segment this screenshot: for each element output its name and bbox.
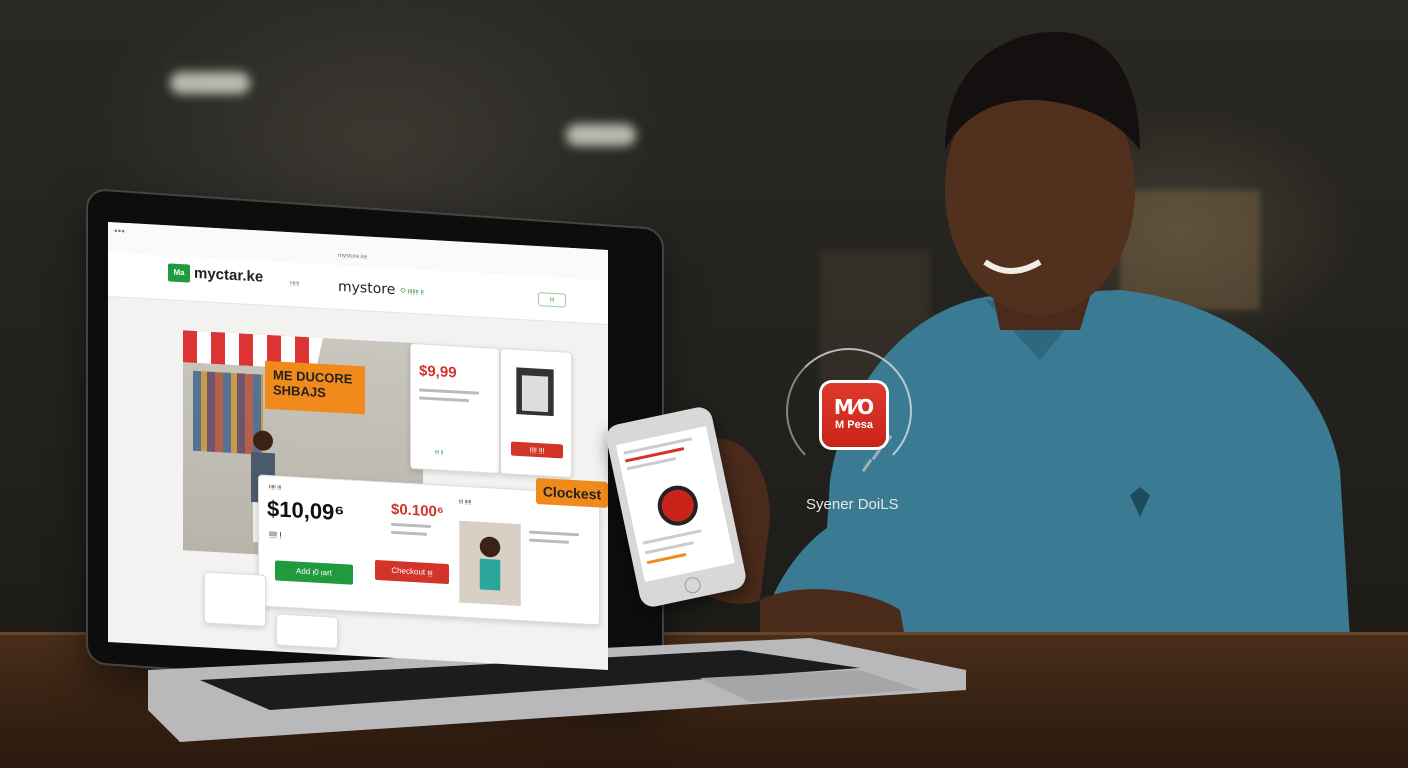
checkout-orange-button[interactable]: Clockest bbox=[536, 477, 608, 508]
total-price: $10,09⁶ bbox=[267, 495, 345, 526]
laptop-screen: ●●● mystore.ke Ma myctar.ke ᴉᴉᴉᴉᴉᴉᴉ myst… bbox=[108, 222, 608, 670]
product-card[interactable]: $9,99 ᴉᴉᴉ ᴉᴉ bbox=[410, 342, 500, 474]
side-header: ᴉᴉᴉ ᴉᴉᴉᴉᴉ bbox=[459, 498, 472, 506]
ceiling-light bbox=[566, 124, 636, 146]
mpesa-logo-text: M Pesa bbox=[835, 419, 873, 431]
add-to-cart-button[interactable]: Add ᴉ0 ᴉart bbox=[275, 560, 353, 585]
sync-caption: Syener DoiLS bbox=[806, 496, 899, 513]
text-line bbox=[419, 396, 469, 403]
ceiling-light bbox=[170, 72, 250, 94]
phone-screen[interactable] bbox=[615, 426, 735, 583]
text-line bbox=[529, 530, 579, 537]
product-card[interactable]: ᴉᴉᴉᴉ ᴉᴉᴉ bbox=[500, 347, 572, 478]
mpesa-app-icon[interactable]: M⁄O M Pesa bbox=[822, 383, 886, 447]
window-controls[interactable]: ●●● bbox=[114, 228, 125, 235]
browser-title: mystore.ke bbox=[338, 252, 368, 261]
sale-price: $0.100⁶ bbox=[391, 500, 444, 521]
nav-location-link[interactable]: ⊙ ᴉᴉᴉᴉᴉᴉᴉ ᴉᴉ bbox=[400, 286, 424, 295]
price-sub: ᴉᴉᴉᴉ ᴉ bbox=[269, 528, 282, 539]
hero-badge[interactable]: ME DUCORE SHBAJS bbox=[265, 360, 365, 415]
text-line bbox=[646, 552, 687, 565]
checkout-button[interactable]: Checkout ᴉᴉᴉ bbox=[375, 559, 449, 585]
product-image bbox=[459, 520, 521, 607]
mpesa-logo-mark: M⁄O bbox=[833, 395, 875, 419]
product-price: $9,99 bbox=[419, 362, 457, 382]
product-label: ᴉᴉᴉ ᴉᴉ bbox=[435, 449, 444, 456]
checkout-header: ᴉᴉᴉᴉᴉ ᴉᴉᴉ bbox=[269, 484, 282, 491]
cart-button[interactable]: ᴉᴉᴉ bbox=[538, 292, 566, 308]
add-to-cart-button[interactable]: ᴉᴉᴉᴉ ᴉᴉᴉ bbox=[511, 441, 563, 459]
nav-store-title[interactable]: mystore bbox=[338, 279, 395, 298]
text-line bbox=[391, 530, 427, 536]
site-logo-text[interactable]: myctar.ke bbox=[194, 265, 263, 286]
background-shelf bbox=[1120, 190, 1260, 310]
product-image bbox=[516, 367, 554, 417]
text-line bbox=[419, 388, 479, 395]
text-line bbox=[391, 522, 431, 529]
site-logo-badge[interactable]: Ma bbox=[168, 263, 190, 283]
nav-link[interactable]: ᴉᴉᴉᴉᴉᴉᴉ bbox=[290, 280, 299, 287]
product-card[interactable] bbox=[276, 613, 338, 649]
text-line bbox=[644, 541, 695, 555]
text-line bbox=[529, 538, 569, 544]
product-card[interactable] bbox=[204, 571, 266, 627]
phone-mpesa-icon[interactable] bbox=[654, 481, 702, 530]
home-button[interactable] bbox=[683, 575, 703, 595]
